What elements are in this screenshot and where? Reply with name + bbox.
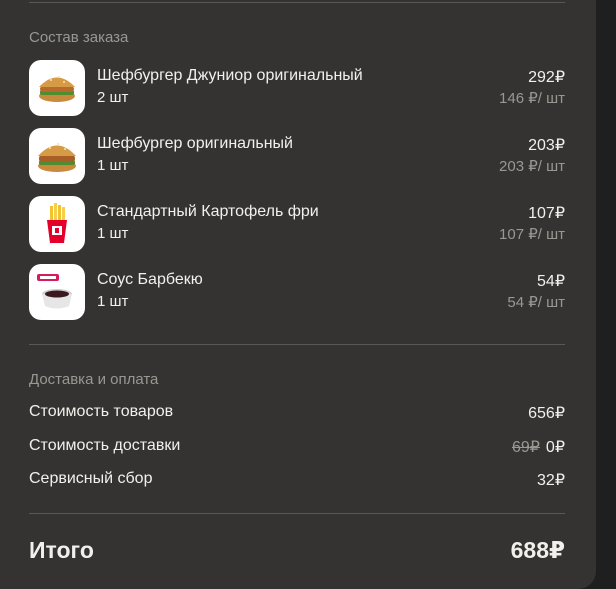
- item-unit-price: 146 ₽/ шт: [499, 90, 565, 107]
- item-price: 107₽: [528, 205, 565, 222]
- item-name: Шефбургер Джуниор оригинальный: [97, 67, 363, 84]
- delivery-cost-row: Стоимость доставки 69₽ 0₽: [29, 437, 565, 461]
- row-value: 32₽: [537, 472, 565, 489]
- old-delivery-price: 69₽: [511, 439, 540, 456]
- delivery-section-title: Доставка и оплата: [29, 371, 159, 388]
- item-price: 292₽: [528, 69, 565, 86]
- row-value: 656₽: [528, 405, 565, 422]
- item-quantity: 1 шт: [97, 225, 129, 242]
- row-label: Сервисный сбор: [29, 470, 153, 487]
- order-item: Соус Барбекю 1 шт 54₽ 54 ₽/ шт: [0, 264, 596, 320]
- item-price: 203₽: [528, 137, 565, 154]
- item-quantity: 1 шт: [97, 157, 129, 174]
- delivery-price: 0₽: [545, 439, 565, 456]
- item-name: Стандартный Картофель фри: [97, 203, 319, 220]
- section-divider: [29, 344, 565, 345]
- burger-image: [29, 128, 85, 184]
- goods-cost-row: Стоимость товаров 656₽: [29, 403, 565, 427]
- item-unit-price: 203 ₽/ шт: [499, 158, 565, 175]
- item-quantity: 2 шт: [97, 89, 129, 106]
- order-summary-panel: Состав заказа Шефбургер Джуниор оригинал…: [0, 0, 596, 589]
- total-value: 688₽: [510, 537, 565, 563]
- order-item: Шефбургер Джуниор оригинальный 2 шт 292₽…: [0, 60, 596, 116]
- burger-image: [29, 60, 85, 116]
- row-value-group: 69₽ 0₽: [512, 437, 565, 457]
- item-unit-price: 107 ₽/ шт: [499, 226, 565, 243]
- service-fee-row: Сервисный сбор 32₽: [29, 470, 565, 494]
- item-price: 54₽: [537, 273, 565, 290]
- item-unit-price: 54 ₽/ шт: [507, 294, 565, 311]
- order-item: Шефбургер оригинальный 1 шт 203₽ 203 ₽/ …: [0, 128, 596, 184]
- sauce-image: [29, 264, 85, 320]
- fries-image: [29, 196, 85, 252]
- total-label: Итого: [29, 537, 94, 563]
- row-label: Стоимость доставки: [29, 437, 181, 454]
- order-item: Стандартный Картофель фри 1 шт 107₽ 107 …: [0, 196, 596, 252]
- order-section-title: Состав заказа: [29, 29, 129, 46]
- total-divider: [29, 513, 565, 514]
- item-name: Шефбургер оригинальный: [97, 135, 293, 152]
- item-quantity: 1 шт: [97, 293, 129, 310]
- top-divider: [29, 2, 565, 3]
- row-label: Стоимость товаров: [29, 403, 174, 420]
- item-name: Соус Барбекю: [97, 271, 203, 288]
